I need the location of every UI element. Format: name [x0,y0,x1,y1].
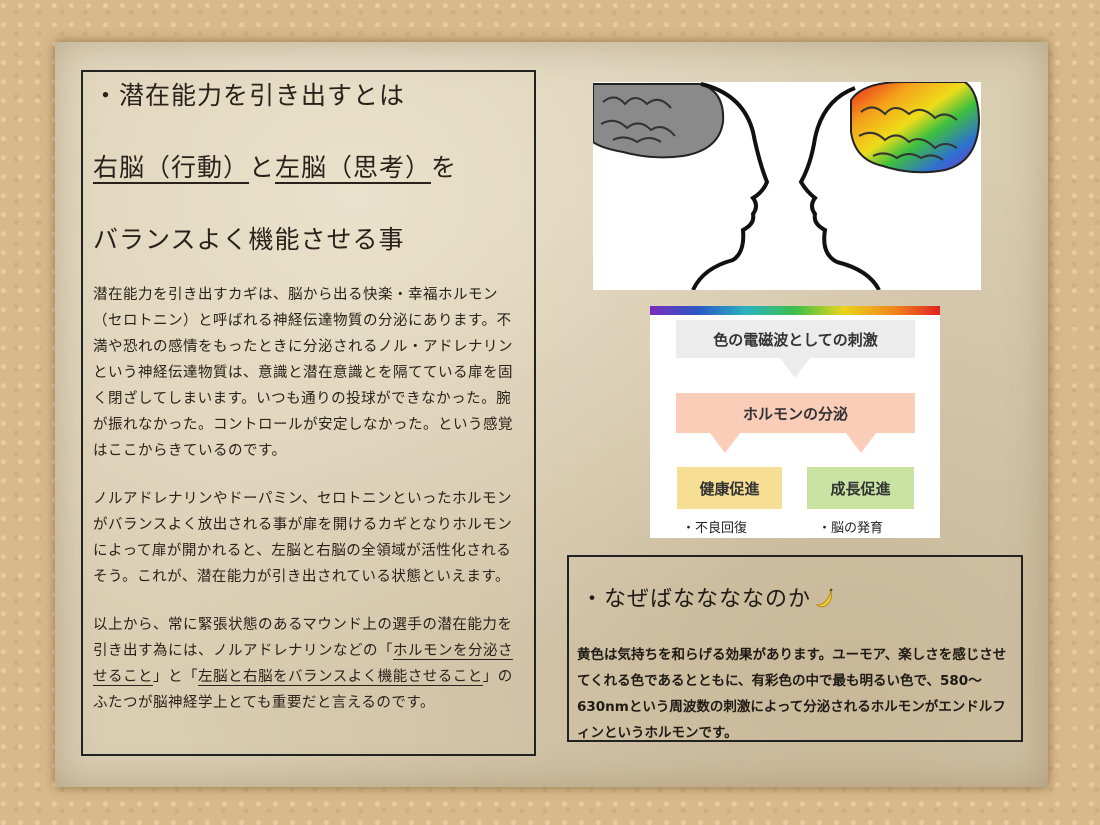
banana-body: 黄色は気持ちを和らげる効果があります。ユーモア、楽しさを感じさせてくれる色である… [577,647,1007,741]
hormone-flow-diagram: 色の電磁波としての刺激 ホルモンの分泌 健康促進 成長促進 ・不良回復 ・脳の発… [650,306,940,538]
heading-right-brain: 右脳（行動） [93,153,250,184]
paragraph-3-underline-2: 左脳と右脳をバランスよく機能させること [198,669,483,686]
heading-left-brain: 左脳（思考） [275,153,432,184]
heading-to: と [249,153,276,182]
arrow-down-3 [846,433,876,453]
paragraph-1: 潜在能力を引き出すカギは、脳から出る快楽・幸福ホルモン（セロトニン）と呼ばれる神… [93,287,513,459]
brain-rainbow-icon [850,82,981,174]
brain-faces-svg [593,82,981,290]
paragraph-3: 以上から、常に緊張状態のあるマウンド上の選手の潜在能力を引き出す為には、ノルアド… [93,612,524,716]
flow-step-hormone: ホルモンの分泌 [676,393,915,433]
brain-illustration [593,82,981,290]
flow-sub-brain-growth: ・脳の発育 [818,521,884,536]
heading-line-2: 右脳（行動）と左脳（思考）を [93,150,524,186]
flow-step-health: 健康促進 [677,467,782,509]
heading-wo: を [431,153,458,182]
paragraph-3-text-b: 」と「 [153,669,198,685]
paragraph-2: ノルアドレナリンやドーパミン、セロトニンといったホルモンがバランスよく放出される… [93,491,513,585]
heading-line-1: ・潜在能力を引き出すとは [93,81,406,110]
banana-icon [815,588,833,608]
left-text-panel: ・潜在能力を引き出すとは 右脳（行動）と左脳（思考）を バランスよく機能させる事… [81,70,536,756]
flow-sub-recovery: ・不良回復 [682,521,748,536]
heading-line-3: バランスよく機能させる事 [93,225,405,254]
arrow-down-1 [780,358,810,378]
banana-title: ・なぜばななななのか [581,581,835,613]
flow-step-growth: 成長促進 [807,467,914,509]
banana-explanation-panel: ・なぜばななななのか 黄色は気持ちを和らげる効果があります。ユーモア、楽しさを感… [567,555,1023,742]
banana-title-text: ・なぜばななななのか [581,587,812,612]
arrow-down-2 [710,433,740,453]
brain-grey-icon [593,83,725,159]
